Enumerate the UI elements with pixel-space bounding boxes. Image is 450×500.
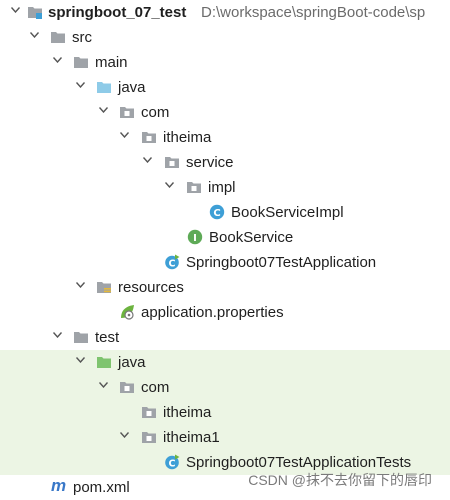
chevron-down-icon[interactable] [143,157,152,163]
tree-row-book-service[interactable]: I BookService [0,225,450,250]
svg-text:I: I [193,233,197,244]
chevron-down-icon[interactable] [99,107,108,113]
tree-label-main: main [95,54,128,71]
tree-row-test[interactable]: test [0,325,450,350]
chevron-down-icon[interactable] [76,357,85,363]
test-source-folder-icon [96,354,112,370]
java-interface-icon: I [187,229,203,245]
chevron-down-icon[interactable] [53,332,62,338]
svg-text:C: C [169,258,176,269]
tree-row-app-properties[interactable]: application.properties [0,300,450,325]
package-icon [141,404,157,420]
tree-row-src[interactable]: src [0,25,450,50]
project-tree: springboot_07_test D:\workspace\springBo… [0,0,450,500]
tree-row-java[interactable]: java [0,75,450,100]
resources-folder-icon [96,279,112,295]
tree-row-project[interactable]: springboot_07_test D:\workspace\springBo… [0,0,450,25]
folder-icon [73,329,89,345]
tree-label-test-itheima1: itheima1 [163,429,220,446]
chevron-down-icon[interactable] [53,57,62,63]
tree-label-itheima: itheima [163,129,212,146]
tree-label-pom: pom.xml [73,479,130,496]
module-folder-icon [27,4,43,20]
chevron-down-icon[interactable] [120,432,129,438]
chevron-down-icon[interactable] [11,7,20,13]
tree-row-test-itheima1[interactable]: itheima1 [0,425,450,450]
package-icon [186,179,202,195]
tree-label-app-properties: application.properties [141,304,284,321]
chevron-down-icon[interactable] [99,382,108,388]
tree-label-test-java: java [118,354,146,371]
tree-label-resources: resources [118,279,184,296]
chevron-down-icon[interactable] [30,32,39,38]
tree-label-src: src [72,29,92,46]
tree-row-resources[interactable]: resources [0,275,450,300]
spring-properties-icon [119,304,135,320]
source-folder-icon [96,79,112,95]
tree-label-test-com: com [141,379,170,396]
spring-boot-class-icon: C [164,254,180,270]
tree-label-app-class: Springboot07TestApplication [186,254,377,271]
tree-label-book-service: BookService [209,229,294,246]
project-name: springboot_07_test [48,4,187,21]
tree-label-test: test [95,329,120,346]
tree-label-impl: impl [208,179,236,196]
tree-row-test-com[interactable]: com [0,375,450,400]
chevron-down-icon[interactable] [76,282,85,288]
tree-label-book-service-impl: BookServiceImpl [231,204,344,221]
svg-text:C: C [213,208,220,219]
chevron-down-icon[interactable] [76,82,85,88]
svg-text:C: C [169,458,176,469]
spring-boot-test-class-icon: C [164,454,180,470]
package-icon [141,129,157,145]
tree-row-service[interactable]: service [0,150,450,175]
tree-label-test-itheima: itheima [163,404,212,421]
tree-row-test-java[interactable]: java [0,350,450,375]
maven-icon: m [51,476,67,495]
tree-row-com[interactable]: com [0,100,450,125]
package-icon [119,379,135,395]
package-icon [164,154,180,170]
folder-icon [73,54,89,70]
tree-row-app-class[interactable]: C Springboot07TestApplication [0,250,450,275]
csdn-watermark: CSDN @抹不去你留下的唇印 [248,472,432,488]
chevron-down-icon[interactable] [120,132,129,138]
chevron-down-icon[interactable] [165,182,174,188]
tree-row-book-service-impl[interactable]: C BookServiceImpl [0,200,450,225]
package-icon [141,429,157,445]
package-icon [119,104,135,120]
tree-label-java: java [118,79,146,96]
tree-label-service: service [186,154,234,171]
tree-label-com: com [141,104,170,121]
folder-icon [50,29,66,45]
tree-row-main[interactable]: main [0,50,450,75]
tree-row-test-itheima[interactable]: itheima [0,400,450,425]
java-class-icon: C [209,204,225,220]
tree-row-itheima[interactable]: itheima [0,125,450,150]
project-path: D:\workspace\springBoot-code\sp [201,4,426,21]
tree-row-impl[interactable]: impl [0,175,450,200]
